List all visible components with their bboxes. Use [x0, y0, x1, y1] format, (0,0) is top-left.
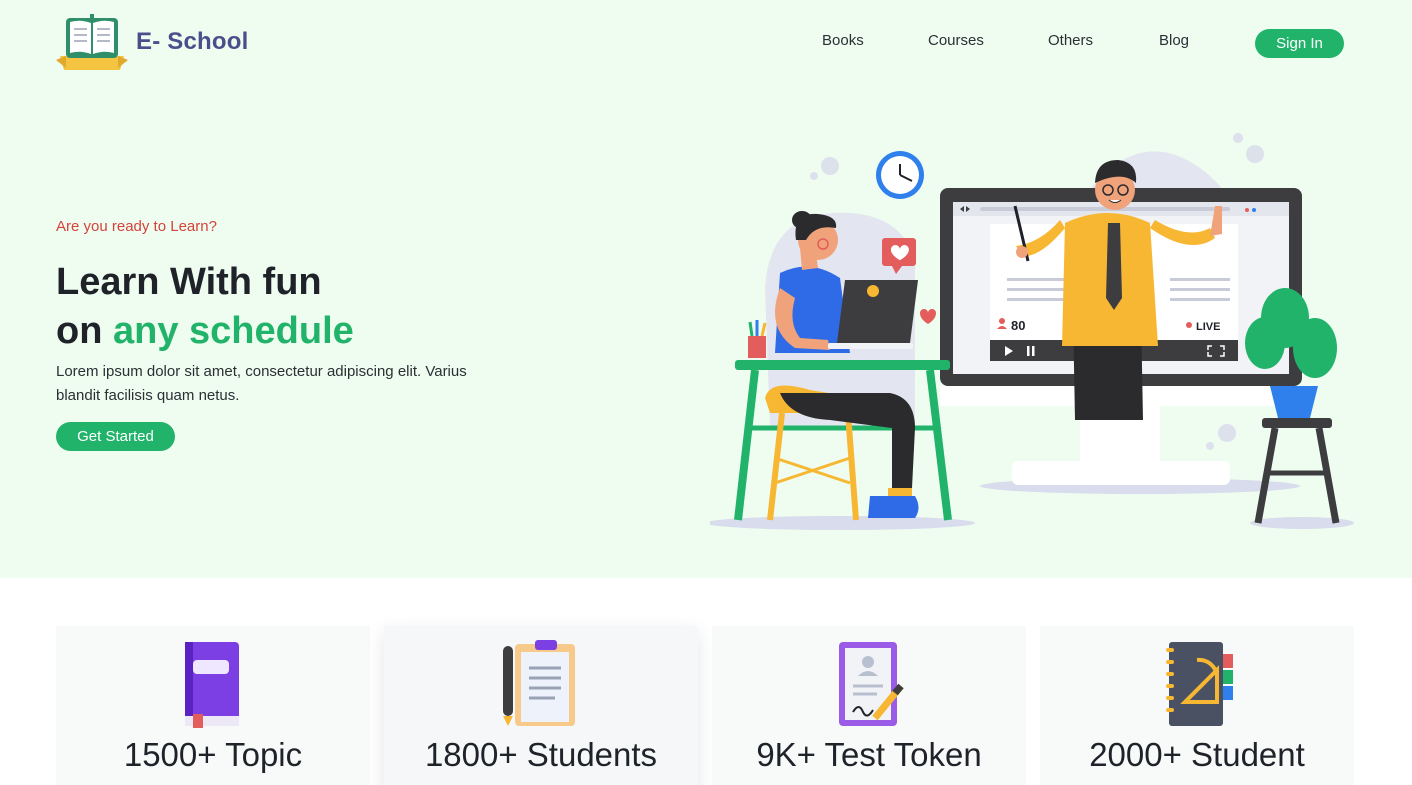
live-label: LIVE: [1196, 321, 1220, 333]
stat-label: 2000+ Student: [1089, 736, 1305, 773]
headline-line-1: Learn With fun: [56, 261, 322, 303]
viewer-count: 80: [1011, 318, 1025, 333]
clock-icon: [876, 151, 924, 199]
smiley-icon: [867, 285, 879, 297]
stat-card-test-tokens: 9K+ Test Token: [712, 626, 1026, 785]
stat-card-student-count: 2000+ Student: [1040, 626, 1354, 785]
stat-label: 1800+ Students: [424, 736, 658, 773]
nav-item-blog[interactable]: Blog: [1159, 32, 1189, 49]
nav-item-others[interactable]: Others: [1048, 32, 1093, 49]
purple-book-icon: [185, 642, 239, 728]
stat-label: 1500+ Topic: [123, 736, 303, 773]
headline-accent: any schedule: [113, 310, 354, 352]
geometry-notebook-icon: [1166, 642, 1233, 726]
stat-label: 9K+ Test Token: [756, 736, 982, 773]
main-nav: Books Courses Others Blog: [0, 32, 1412, 54]
hero-headline: Learn With fun on any schedule: [56, 258, 354, 356]
hero-section: E- School Books Courses Others Blog Sign…: [0, 0, 1412, 578]
id-card-pen-icon: [839, 642, 904, 726]
hero-description: Lorem ipsum dolor sit amet, consectetur …: [56, 363, 467, 404]
nav-item-courses[interactable]: Courses: [928, 32, 984, 49]
stat-card-students: 1800+ Students: [384, 626, 698, 785]
stat-card-topics: 1500+ Topic: [56, 626, 370, 785]
headline-line-2-prefix: on: [56, 310, 103, 352]
nav-item-books[interactable]: Books: [822, 32, 864, 49]
get-started-button[interactable]: Get Started: [56, 422, 175, 451]
sign-in-button[interactable]: Sign In: [1255, 29, 1344, 58]
clipboard-pen-icon: [503, 640, 575, 726]
online-class-illustration: 80 LIVE: [710, 133, 1354, 530]
hero-eyebrow: Are you ready to Learn?: [56, 218, 217, 235]
